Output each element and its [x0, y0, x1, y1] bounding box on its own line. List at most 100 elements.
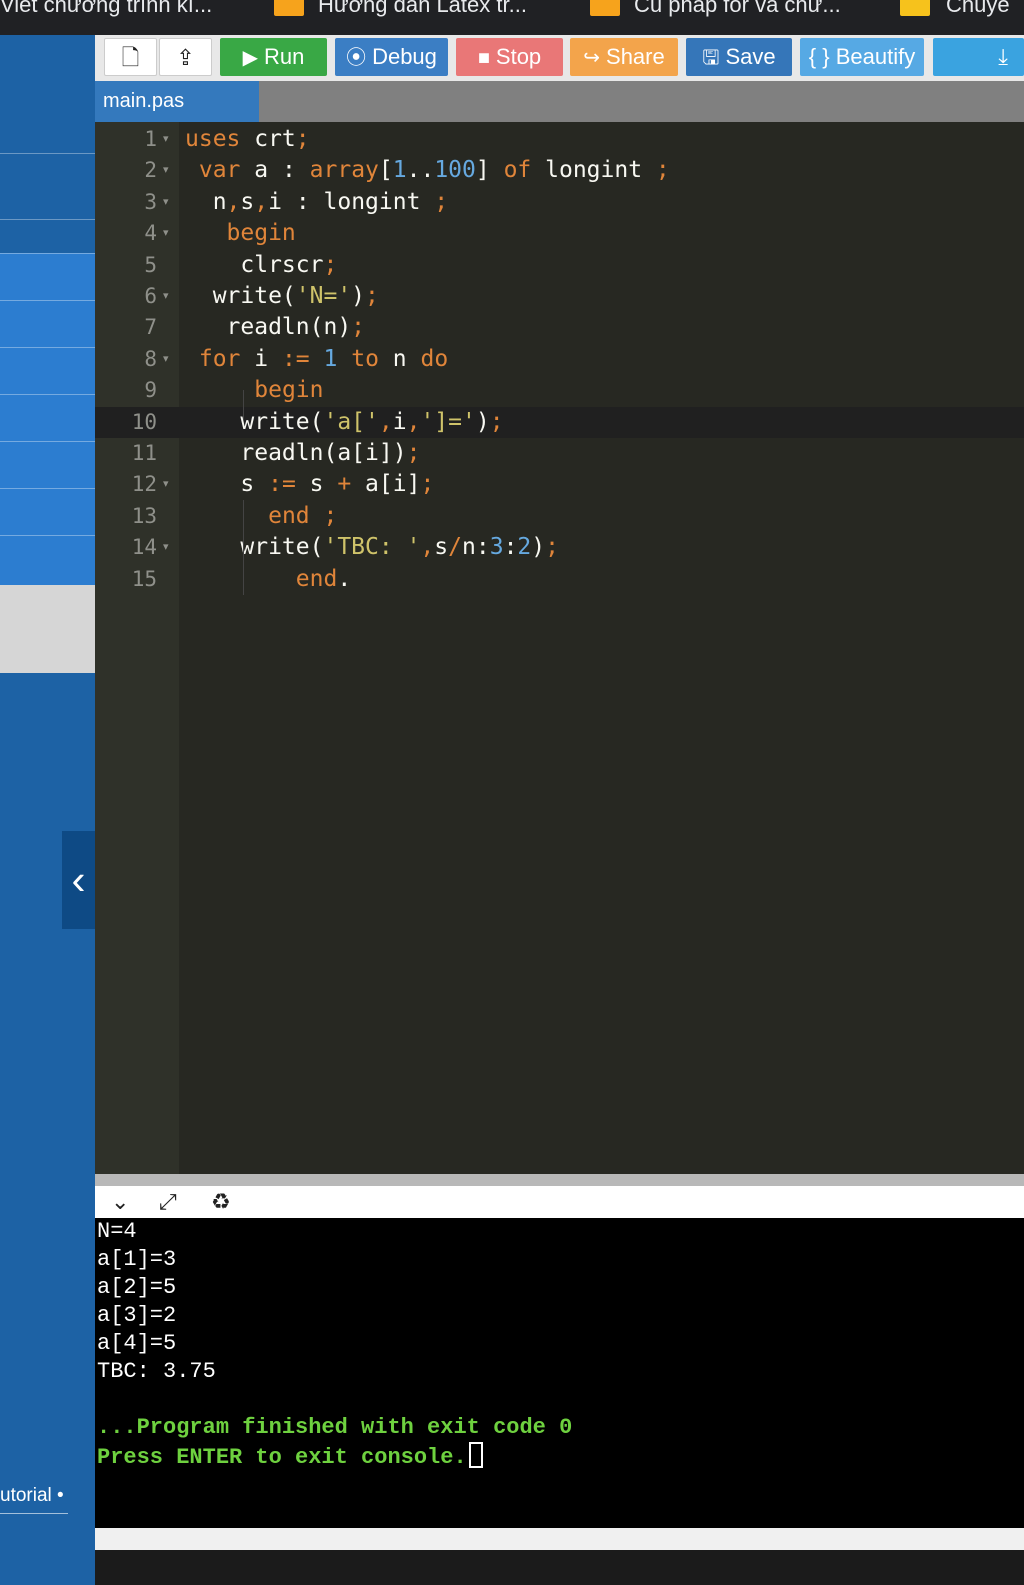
line-number: 11	[131, 441, 157, 465]
bookmark-item[interactable]: Chuyê	[946, 0, 1010, 18]
sidebar-item[interactable]	[0, 535, 95, 582]
sidebar-collapse-button[interactable]: ‹	[62, 831, 95, 929]
chevron-left-icon: ‹	[71, 856, 86, 903]
code-token: write(	[185, 534, 324, 561]
fold-arrow-icon[interactable]: ▾	[163, 469, 175, 500]
code-token: ;	[351, 314, 366, 341]
beautify-label: { } Beautify	[808, 44, 916, 69]
beautify-button[interactable]: { } Beautify	[800, 38, 924, 76]
code-line: end.	[185, 564, 351, 595]
download-button[interactable]: ⤓	[933, 38, 1024, 76]
sidebar-item[interactable]	[0, 394, 95, 441]
line-number: 8	[144, 346, 157, 371]
sidebar: ‹ utorial •	[0, 35, 95, 1585]
code-editor[interactable]: 1 ▾ uses crt; 2 ▾ var a : array[1..100] of l…	[95, 122, 1024, 1174]
code-token: [	[378, 157, 393, 184]
hoc24-icon	[274, 0, 304, 16]
sidebar-item[interactable]	[0, 253, 95, 300]
code-token: ,	[420, 534, 435, 561]
code-token: 2	[517, 534, 532, 561]
fold-arrow-icon[interactable]: ▾	[163, 532, 175, 563]
code-token: ;	[365, 283, 379, 309]
clear-console-icon[interactable]: ♻	[211, 1188, 231, 1216]
indent-guide	[243, 500, 244, 595]
code-token: 100	[434, 157, 476, 184]
code-token: ;	[489, 408, 504, 435]
expand-icon[interactable]: ⤢	[159, 1188, 177, 1216]
sidebar-item[interactable]	[0, 347, 95, 394]
chevron-down-icon[interactable]: ⌄	[111, 1188, 129, 1216]
debug-button[interactable]: ⦿ Debug	[335, 38, 448, 76]
fold-arrow-icon[interactable]: ▾	[163, 281, 175, 312]
bookmark-item[interactable]: Viết chương trình kí...	[0, 0, 212, 18]
console-prompt-text: Press ENTER to exit console.	[97, 1445, 467, 1470]
line-number: 12	[131, 472, 157, 497]
line-number: 3	[144, 189, 157, 214]
new-file-button[interactable]: 🗋	[104, 38, 157, 76]
sidebar-item[interactable]	[0, 488, 95, 535]
code-token: .	[337, 565, 352, 592]
run-button[interactable]: ▶ Run	[220, 38, 327, 76]
console-toolbar: ⌄ ⤢ ♻	[95, 1186, 1024, 1218]
sidebar-footer-link[interactable]: utorial •	[0, 1485, 64, 1507]
console-output[interactable]: N=4 a[1]=3 a[2]=5 a[3]=2 a[4]=5 TBC: 3.7…	[95, 1218, 1024, 1528]
code-line: write('a[',i,']=');	[185, 407, 504, 438]
save-button[interactable]: 🖫 Save	[686, 38, 792, 76]
code-token: 3	[489, 534, 504, 561]
bookmark-item[interactable]: Cú pháp for và chứ...	[634, 0, 841, 18]
line-number: 4	[144, 221, 157, 246]
code-token: )	[351, 283, 366, 309]
console-line: a[4]=5	[97, 1331, 177, 1356]
code-token: ,	[378, 408, 393, 435]
fold-arrow-icon[interactable]: ▾	[163, 344, 175, 375]
share-icon: ↪	[583, 47, 601, 69]
tab-main-pas[interactable]: main.pas	[95, 81, 259, 122]
code-line: write('TBC: ',s/n:3:2);	[185, 532, 559, 563]
code-token: clrscr	[185, 251, 324, 278]
stop-button[interactable]: ■ Stop	[456, 38, 563, 76]
file-tab-bar: main.pas	[95, 81, 1024, 122]
share-label: Share	[606, 44, 665, 69]
code-token: of	[503, 157, 532, 184]
sidebar-item[interactable]	[0, 300, 95, 347]
stop-icon: ■	[477, 47, 490, 69]
code-line: begin	[185, 375, 323, 406]
console-line: TBC: 3.75	[97, 1359, 216, 1384]
code-token: :=	[281, 345, 310, 372]
upload-button[interactable]: ⇪	[159, 38, 212, 76]
floppy-icon: 🖫	[702, 47, 720, 69]
code-token: crt	[240, 126, 296, 152]
line-number: 7	[144, 315, 157, 340]
line-number: 15	[131, 566, 157, 591]
pane-splitter[interactable]	[95, 1174, 1024, 1186]
code-token: ;	[323, 251, 338, 278]
line-number: 14	[131, 535, 157, 560]
sidebar-item[interactable]	[0, 153, 95, 200]
share-button[interactable]: ↪ Share	[570, 38, 678, 76]
code-token: ;	[406, 440, 421, 466]
fold-arrow-icon[interactable]: ▾	[163, 124, 175, 155]
bookmarks-bar: Viết chương trình kí... Hướng dẫn Latex …	[0, 0, 1024, 35]
fold-arrow-icon[interactable]: ▾	[163, 187, 175, 218]
line-number: 1	[144, 127, 157, 151]
code-token: uses	[185, 126, 241, 152]
code-token: begin	[226, 220, 296, 247]
line-number: 10	[131, 409, 157, 434]
fold-arrow-icon[interactable]: ▾	[163, 155, 175, 186]
play-icon: ▶	[242, 47, 259, 69]
line-number: 5	[144, 252, 157, 277]
indent-guide	[243, 390, 244, 420]
bookmark-item[interactable]: Hướng dẫn Latex tr...	[318, 0, 527, 18]
code-token: ;	[323, 502, 338, 529]
console-line: a[2]=5	[97, 1275, 177, 1300]
fold-arrow-icon[interactable]: ▾	[163, 218, 175, 249]
sidebar-item[interactable]	[0, 441, 95, 488]
code-token: ]	[475, 157, 504, 184]
file-icon: 🗋	[121, 45, 140, 70]
code-token: a[i]	[351, 471, 421, 498]
download-icon: ⤓	[998, 44, 1008, 69]
